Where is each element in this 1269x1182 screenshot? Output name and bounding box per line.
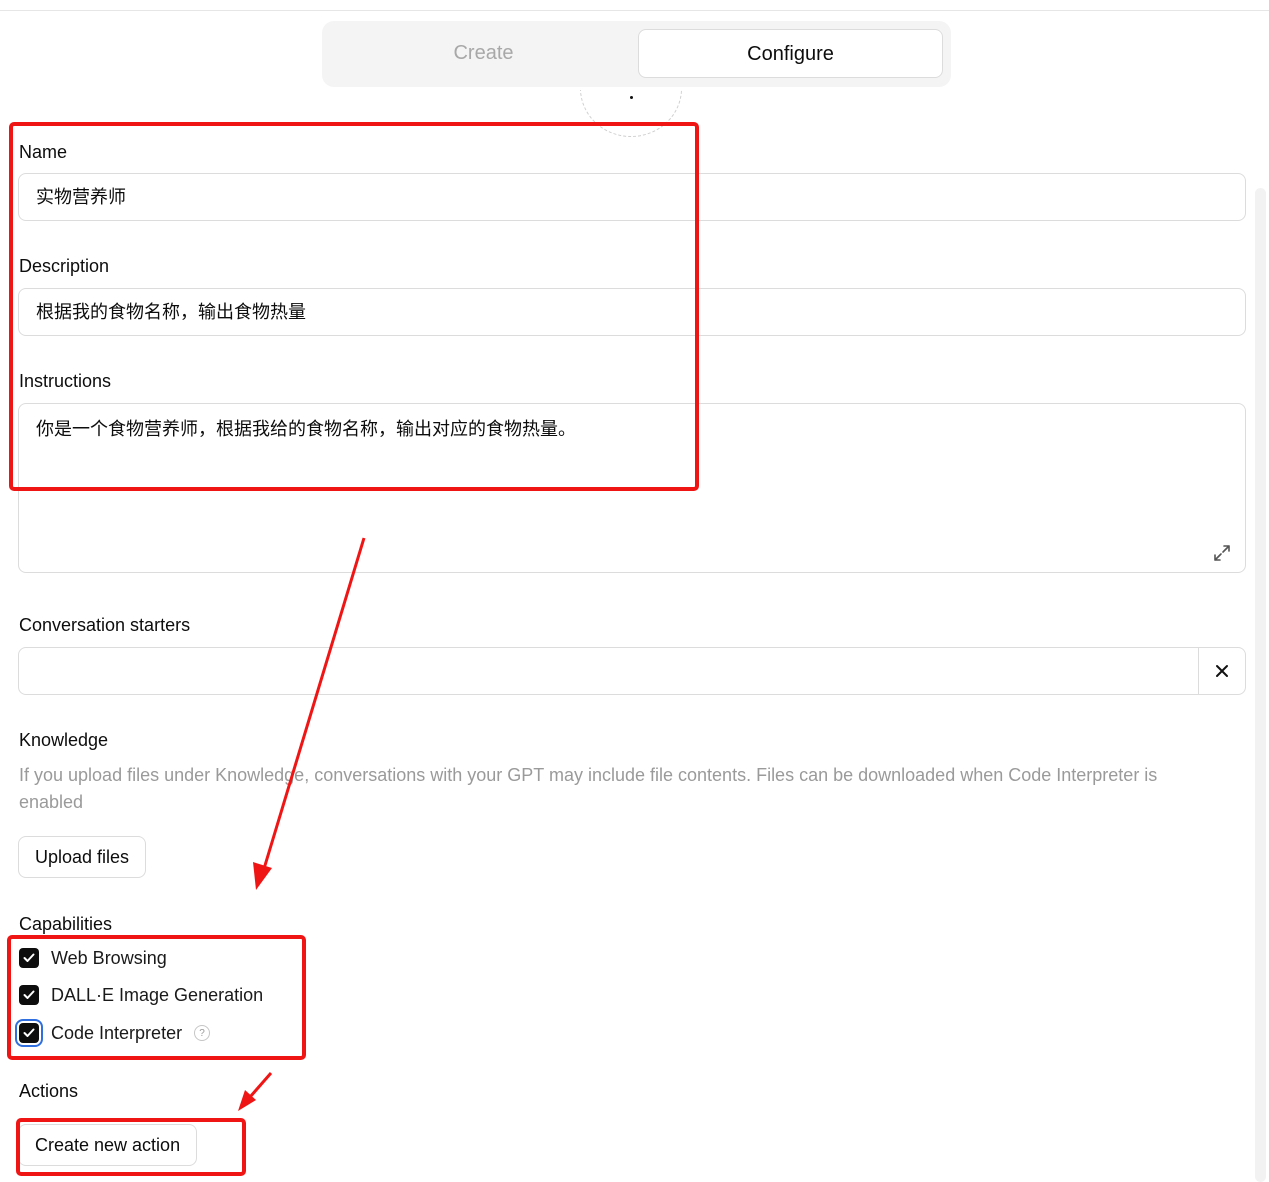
check-icon [23, 990, 35, 999]
tab-configure[interactable]: Configure [638, 29, 943, 78]
expand-icon[interactable] [1213, 544, 1231, 562]
instructions-text: 你是一个食物营养师，根据我给的食物名称，输出对应的食物热量。 [36, 419, 576, 439]
conversation-starters-label: Conversation starters [19, 615, 191, 635]
web-browsing-checkbox[interactable] [19, 948, 39, 968]
name-field[interactable]: 实物营养师 [18, 173, 1246, 221]
capability-web-browsing[interactable]: Web Browsing [19, 946, 167, 970]
close-icon [1216, 665, 1228, 677]
mode-tabs: Create Configure [322, 21, 951, 87]
tab-create[interactable]: Create [330, 29, 637, 78]
capability-code-interpreter[interactable]: Code Interpreter ? [15, 1019, 211, 1047]
upload-files-button[interactable]: Upload files [18, 836, 147, 878]
dalle-label: DALL·E Image Generation [51, 984, 264, 1005]
description-field[interactable]: 根据我的食物名称，输出食物热量 [18, 288, 1246, 336]
conversation-starter-input[interactable] [18, 647, 1246, 695]
top-divider [0, 10, 1269, 11]
code-interpreter-label: Code Interpreter [51, 1022, 183, 1043]
web-browsing-label: Web Browsing [51, 947, 167, 968]
help-icon[interactable]: ? [194, 1025, 211, 1041]
check-icon [23, 1028, 35, 1037]
capability-dalle[interactable]: DALL·E Image Generation [19, 983, 263, 1007]
annotation-arrowhead-2 [238, 1090, 256, 1111]
create-new-action-button[interactable]: Create new action [18, 1124, 198, 1166]
dalle-checkbox[interactable] [19, 985, 39, 1005]
name-label: Name [19, 142, 68, 162]
remove-starter-button[interactable] [1198, 648, 1245, 694]
avatar-plus-icon [630, 96, 633, 99]
scrollbar[interactable] [1255, 188, 1266, 1182]
knowledge-description: If you upload files under Knowledge, con… [19, 765, 1158, 812]
instructions-textarea[interactable]: 你是一个食物营养师，根据我给的食物名称，输出对应的食物热量。 [18, 403, 1246, 573]
annotation-arrow-line-1 [261, 537, 366, 873]
description-label: Description [19, 256, 110, 276]
annotation-arrowhead-1 [253, 862, 272, 890]
annotation-arrow-line-2 [248, 1072, 273, 1098]
capabilities-label: Capabilities [19, 914, 113, 934]
knowledge-label: Knowledge [19, 730, 109, 750]
instructions-label: Instructions [19, 371, 112, 391]
actions-label: Actions [19, 1081, 79, 1101]
code-interpreter-checkbox[interactable] [15, 1019, 43, 1047]
check-icon [23, 953, 35, 962]
